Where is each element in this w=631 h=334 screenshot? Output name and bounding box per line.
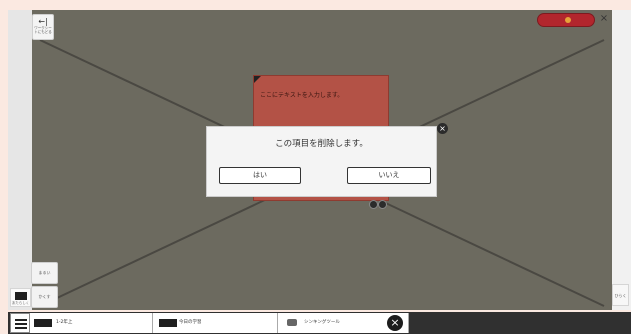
record-dot-icon <box>565 17 571 23</box>
close-button[interactable]: × <box>598 12 610 26</box>
record-toggle[interactable] <box>537 13 595 27</box>
thinking-tool-icon <box>287 319 297 326</box>
menu-icon <box>15 319 27 321</box>
open-panel-button[interactable]: ひらく <box>612 284 629 306</box>
back-to-worksheet-button[interactable]: ←| ワークシートにもどる <box>32 14 54 40</box>
hide-tool-button[interactable]: かくす <box>31 286 58 308</box>
resize-handle-icon[interactable] <box>378 200 387 209</box>
tab-close-button[interactable]: × <box>387 315 403 331</box>
back-label: ワークシートにもどる <box>34 26 52 34</box>
card-icon <box>15 292 27 300</box>
dialog-message: この項目を削除します。 <box>275 139 368 149</box>
round-tool-button[interactable]: まるい <box>31 262 58 284</box>
tab-label: 1-2年上 <box>56 320 73 325</box>
left-strip <box>8 10 32 310</box>
note-text[interactable]: ここにテキストを入力します。 <box>260 90 343 99</box>
menu-button[interactable] <box>10 313 30 333</box>
new-item-caption: あたらしく <box>11 301 30 305</box>
no-button[interactable]: いいえ <box>347 167 431 184</box>
rotate-handle-icon[interactable] <box>369 200 378 209</box>
new-item-button[interactable]: あたらしく <box>10 288 31 307</box>
back-arrow-icon: ←| <box>38 17 48 26</box>
yes-button[interactable]: はい <box>219 167 301 184</box>
book-icon <box>42 319 52 327</box>
tab-label: シンキングツール <box>304 320 340 325</box>
tab-today[interactable]: 今日の学習 <box>153 313 278 333</box>
menu-icon-bar <box>15 327 27 329</box>
tab-grade-book[interactable]: 1-2年上 <box>30 313 153 333</box>
menu-icon-bar <box>15 323 27 325</box>
note-corner-icon <box>254 76 261 83</box>
tab-label: 今日の学習 <box>179 320 202 325</box>
note-delete-button[interactable]: × <box>437 123 448 134</box>
confirm-delete-dialog: この項目を削除します。 はい いいえ <box>206 126 437 197</box>
right-strip <box>612 10 631 310</box>
book-icon <box>167 319 177 327</box>
